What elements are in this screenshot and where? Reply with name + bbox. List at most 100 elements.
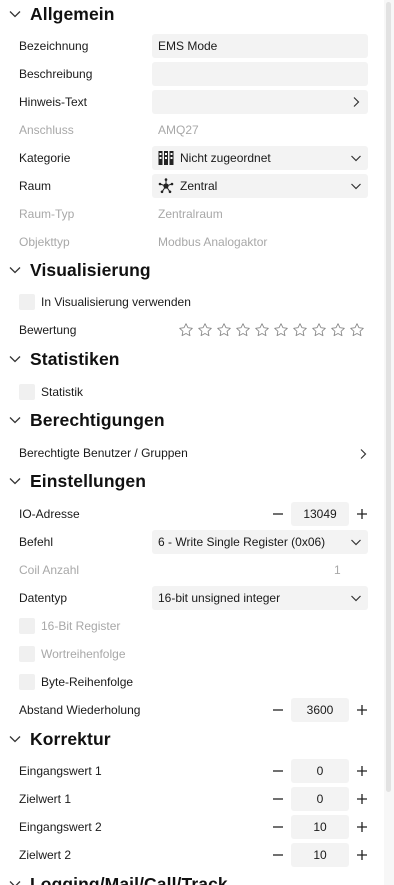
plus-icon[interactable] xyxy=(354,847,370,863)
properties-panel: Allgemein Bezeichnung EMS Mode Beschreib… xyxy=(0,0,384,885)
berechtigte-benutzer-row[interactable]: Berechtigte Benutzer / Gruppen xyxy=(0,439,384,467)
star-outline-icon[interactable] xyxy=(311,322,327,338)
star-outline-icon[interactable] xyxy=(216,322,232,338)
statistik-row: Statistik xyxy=(0,380,384,404)
plus-icon[interactable] xyxy=(354,702,370,718)
raum-select[interactable]: Zentral xyxy=(152,174,368,198)
coil-anzahl-value: 1 xyxy=(334,563,341,577)
datentyp-select[interactable]: 16-bit unsigned integer xyxy=(152,586,368,610)
visualisierung-verwenden-label: In Visualisierung verwenden xyxy=(41,295,191,309)
zielwert1-label: Zielwert 1 xyxy=(19,792,72,806)
kategorie-row: Kategorie Nicht zugeordnet xyxy=(0,144,384,172)
byte-reihenfolge-row: Byte-Reihenfolge xyxy=(0,670,384,694)
io-adresse-input[interactable]: 13049 xyxy=(291,502,349,526)
objekttyp-row: Objekttyp Modbus Analogaktor xyxy=(0,228,384,256)
chevron-down-icon xyxy=(350,592,362,604)
star-outline-icon[interactable] xyxy=(292,322,308,338)
chevron-down-icon[interactable] xyxy=(0,735,30,743)
eingangswert2-label: Eingangswert 2 xyxy=(19,820,102,834)
minus-icon[interactable] xyxy=(270,819,286,835)
abstand-input[interactable]: 3600 xyxy=(291,698,349,722)
hinweis-field[interactable] xyxy=(152,90,368,114)
minus-icon[interactable] xyxy=(270,847,286,863)
plus-icon[interactable] xyxy=(354,506,370,522)
statistik-checkbox[interactable] xyxy=(19,384,35,400)
chevron-down-icon[interactable] xyxy=(0,10,30,18)
anschluss-value: AMQ27 xyxy=(158,123,199,137)
star-outline-icon[interactable] xyxy=(197,322,213,338)
byte-reihenfolge-label: Byte-Reihenfolge xyxy=(41,675,134,689)
eingangswert1-row: Eingangswert 1 0 xyxy=(0,757,384,785)
section-einstellungen[interactable]: Einstellungen xyxy=(0,467,146,495)
section-berechtigungen[interactable]: Berechtigungen xyxy=(0,406,165,434)
befehl-value: 6 - Write Single Register (0x06) xyxy=(158,535,326,549)
section-title: Allgemein xyxy=(30,3,115,24)
star-outline-icon[interactable] xyxy=(178,322,194,338)
section-title: Visualisierung xyxy=(30,259,151,280)
visualisierung-verwenden-row: In Visualisierung verwenden xyxy=(0,290,384,314)
section-logging[interactable]: Logging/Mail/Call/Track xyxy=(0,870,228,885)
star-outline-icon[interactable] xyxy=(330,322,346,338)
chevron-right-icon[interactable] xyxy=(357,447,369,459)
visualisierung-verwenden-checkbox[interactable] xyxy=(19,294,35,310)
section-title: Berechtigungen xyxy=(30,409,165,430)
section-allgemein[interactable]: Allgemein xyxy=(0,0,115,28)
eingangswert1-input[interactable]: 0 xyxy=(291,759,349,783)
star-outline-icon[interactable] xyxy=(349,322,365,338)
zielwert2-input[interactable]: 10 xyxy=(291,843,349,867)
datentyp-label: Datentyp xyxy=(19,591,68,605)
section-statistiken[interactable]: Statistiken xyxy=(0,345,120,373)
chevron-down-icon[interactable] xyxy=(0,416,30,424)
section-korrektur[interactable]: Korrektur xyxy=(0,725,111,753)
section-visualisierung[interactable]: Visualisierung xyxy=(0,256,151,284)
berechtigte-benutzer-label: Berechtigte Benutzer / Gruppen xyxy=(19,446,188,460)
section-title: Korrektur xyxy=(30,728,111,749)
datentyp-value: 16-bit unsigned integer xyxy=(158,591,281,605)
chevron-down-icon[interactable] xyxy=(0,477,30,485)
register-16bit-row: 16-Bit Register xyxy=(0,614,384,638)
wortreihenfolge-label: Wortreihenfolge xyxy=(41,647,126,661)
chevron-down-icon[interactable] xyxy=(0,355,30,363)
section-title: Einstellungen xyxy=(30,470,147,491)
hinweis-row: Hinweis-Text xyxy=(0,88,384,116)
star-outline-icon[interactable] xyxy=(273,322,289,338)
star-outline-icon[interactable] xyxy=(235,322,251,338)
eingangswert2-input[interactable]: 10 xyxy=(291,815,349,839)
byte-reihenfolge-checkbox[interactable] xyxy=(19,674,35,690)
befehl-select[interactable]: 6 - Write Single Register (0x06) xyxy=(152,530,368,554)
room-star-icon xyxy=(158,178,174,194)
category-blocks-icon xyxy=(158,150,174,166)
chevron-down-icon[interactable] xyxy=(0,880,30,885)
bewertung-label: Bewertung xyxy=(19,323,77,337)
objekttyp-label: Objekttyp xyxy=(19,235,70,249)
star-outline-icon[interactable] xyxy=(254,322,270,338)
wortreihenfolge-checkbox[interactable] xyxy=(19,646,35,662)
beschreibung-row: Beschreibung xyxy=(0,60,384,88)
minus-icon[interactable] xyxy=(270,506,286,522)
plus-icon[interactable] xyxy=(354,791,370,807)
kategorie-select[interactable]: Nicht zugeordnet xyxy=(152,146,368,170)
vertical-scrollbar[interactable] xyxy=(384,0,394,885)
hinweis-label: Hinweis-Text xyxy=(19,95,88,109)
plus-icon[interactable] xyxy=(354,819,370,835)
minus-icon[interactable] xyxy=(270,702,286,718)
rating-stars xyxy=(178,322,365,338)
register-16bit-checkbox[interactable] xyxy=(19,618,35,634)
minus-icon[interactable] xyxy=(270,791,286,807)
chevron-down-icon[interactable] xyxy=(0,266,30,274)
minus-icon[interactable] xyxy=(270,763,286,779)
io-adresse-row: IO-Adresse 13049 xyxy=(0,500,384,528)
wortreihenfolge-row: Wortreihenfolge xyxy=(0,642,384,666)
chevron-down-icon xyxy=(350,180,362,192)
section-title: Statistiken xyxy=(30,348,120,369)
eingangswert1-label: Eingangswert 1 xyxy=(19,764,102,778)
raumtyp-row: Raum-Typ Zentralraum xyxy=(0,200,384,228)
scrollbar-thumb[interactable] xyxy=(386,2,391,792)
bezeichnung-input[interactable]: EMS Mode xyxy=(152,34,368,58)
plus-icon[interactable] xyxy=(354,763,370,779)
raumtyp-value: Zentralraum xyxy=(158,207,223,221)
register-16bit-label: 16-Bit Register xyxy=(41,619,121,633)
zielwert1-input[interactable]: 0 xyxy=(291,787,349,811)
beschreibung-input[interactable] xyxy=(152,62,368,86)
befehl-row: Befehl 6 - Write Single Register (0x06) xyxy=(0,528,384,556)
